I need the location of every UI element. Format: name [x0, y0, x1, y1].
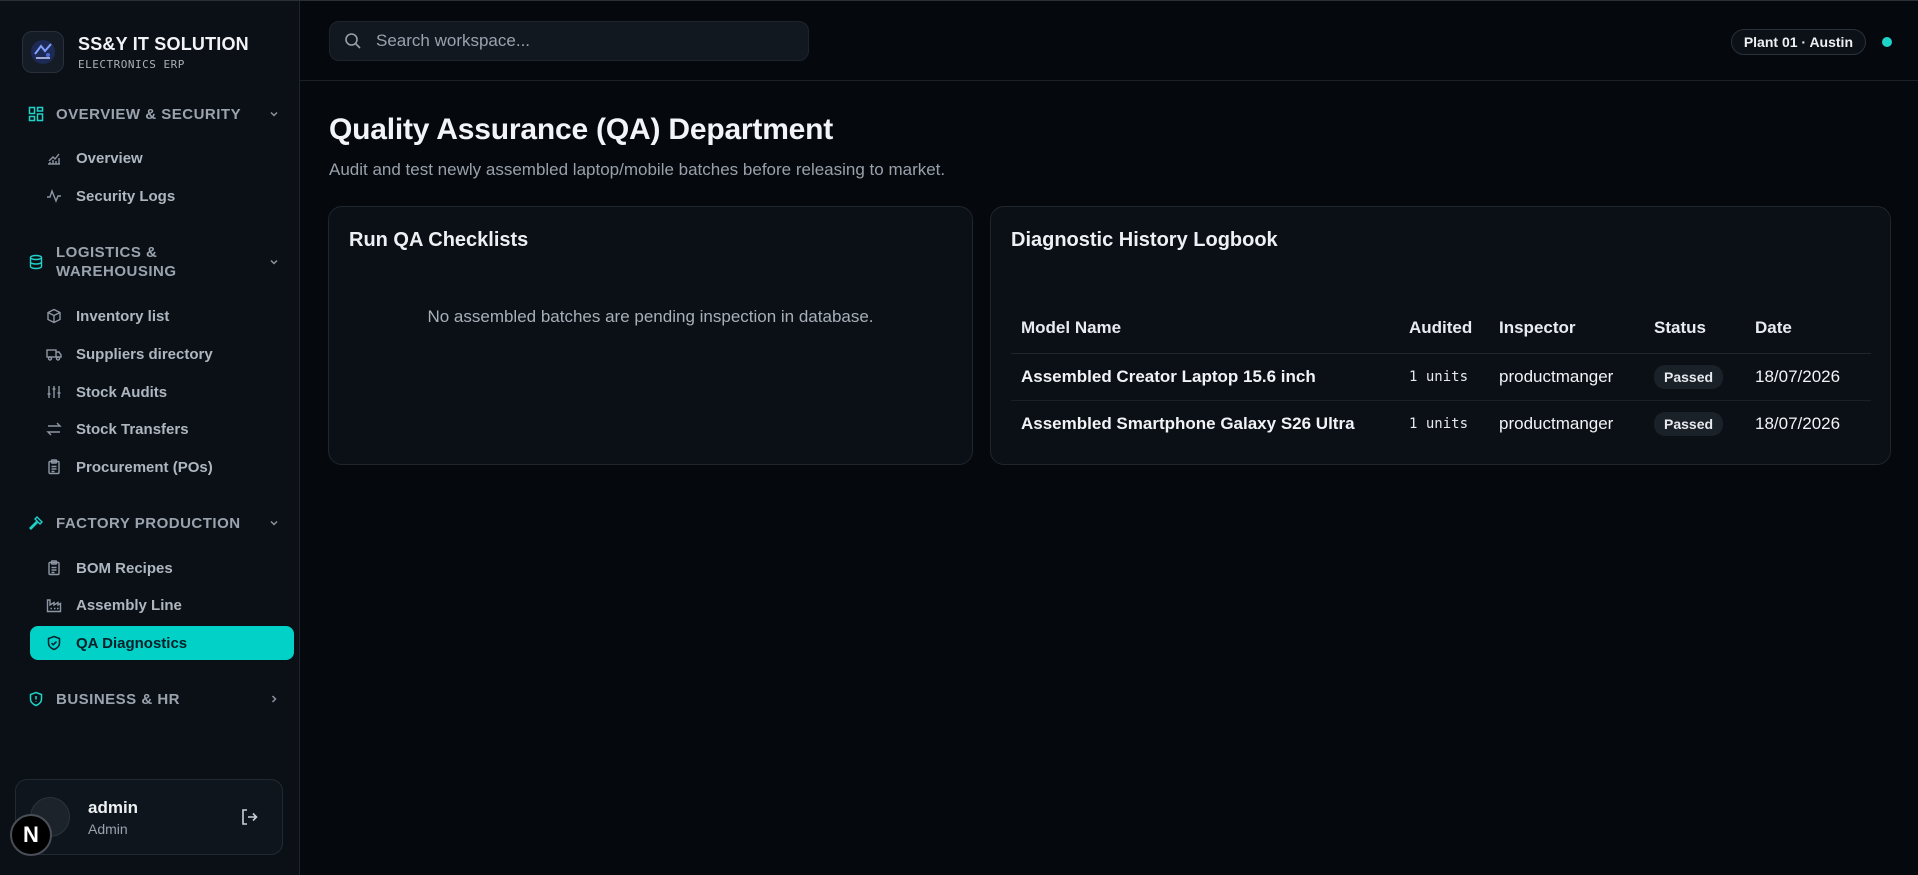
status-indicator [1882, 37, 1892, 47]
search-input[interactable] [376, 31, 776, 51]
activity-icon [46, 188, 62, 204]
sidebar-item-label: Procurement (POs) [76, 458, 213, 476]
truck-icon [46, 346, 62, 362]
cell-model: Assembled Smartphone Galaxy S26 Ultra [1021, 413, 1355, 433]
table-row[interactable]: Assembled Smartphone Galaxy S26 Ultra 1 … [1011, 400, 1871, 447]
chart-icon [46, 150, 62, 166]
brand-subtitle: ELECTRONICS ERP [78, 57, 185, 71]
cell-date: 18/07/2026 [1745, 353, 1871, 401]
chevron-right-icon [268, 692, 282, 706]
nav-group-label: BUSINESS & HR [56, 690, 181, 708]
database-icon [28, 253, 46, 271]
page-title: Quality Assurance (QA) Department [329, 113, 834, 146]
factory-icon [46, 597, 62, 613]
nav-group-header-business-hr[interactable]: BUSINESS & HR [0, 685, 300, 713]
table-header-row: Model Name Audited Inspector Status Date [1011, 303, 1871, 354]
cell-date: 18/07/2026 [1755, 413, 1841, 433]
sidebar-item-label: Stock Audits [76, 383, 168, 401]
sidebar-item-security-logs[interactable]: Security Logs [30, 179, 294, 213]
column-header: Date [1745, 303, 1871, 354]
user-card: admin Admin [15, 779, 283, 855]
sidebar-item-label: Assembly Line [76, 596, 182, 614]
shield-icon [28, 690, 46, 708]
nav-group-logistics-warehousing: LOGISTICS & WAREHOUSING [0, 240, 300, 284]
hammer-icon [28, 514, 46, 532]
nav-group-business-hr: BUSINESS & HR [0, 685, 300, 713]
search-icon [344, 31, 364, 51]
empty-state-message: No assembled batches are pending inspect… [427, 307, 874, 326]
brand-title: SS&Y IT SOLUTION [78, 33, 249, 54]
package-icon [46, 308, 62, 324]
main-content: Plant 01 · Austin Quality Assurance (QA)… [300, 1, 1918, 875]
sidebar-item-assembly-line[interactable]: Assembly Line [30, 588, 294, 622]
sidebar-item-bom-recipes[interactable]: BOM Recipes [30, 551, 294, 585]
column-header: Audited [1399, 303, 1489, 354]
sidebar-item-label: BOM Recipes [76, 559, 173, 577]
nav-group-factory-production: FACTORY PRODUCTION [0, 509, 300, 537]
sidebar-item-procurement[interactable]: Procurement (POs) [30, 450, 294, 484]
clipboard-icon [46, 560, 62, 576]
status-badge: Passed [1654, 364, 1724, 389]
brand[interactable]: SS&Y IT SOLUTION ELECTRONICS ERP [0, 1, 299, 77]
nav-group-header-factory-production[interactable]: FACTORY PRODUCTION [0, 509, 300, 537]
logout-icon[interactable] [238, 806, 260, 828]
diagnostic-logbook-card: Diagnostic History Logbook Model Name Au… [990, 206, 1891, 465]
column-header: Status [1644, 303, 1745, 354]
topbar: Plant 01 · Austin [300, 1, 1918, 81]
sidebar-item-label: Suppliers directory [76, 345, 213, 363]
nav-group-overview-security: OVERVIEW & SECURITY [0, 100, 300, 128]
sidebar-item-label: Security Logs [76, 187, 176, 205]
chevron-down-icon [268, 107, 282, 121]
shield-check-icon [46, 635, 62, 651]
user-role: Admin [88, 820, 128, 837]
card-title: Run QA Checklists [349, 229, 529, 251]
nav-group-label: FACTORY PRODUCTION [56, 514, 241, 532]
sidebar-item-label: QA Diagnostics [76, 634, 188, 652]
clipboard-icon [46, 459, 62, 475]
nav-group-label: LOGISTICS & WAREHOUSING [56, 244, 177, 280]
transfer-icon [46, 421, 62, 437]
cell-audited: 1 units [1409, 415, 1469, 432]
sidebar-item-stock-transfers[interactable]: Stock Transfers [30, 412, 294, 446]
column-header: Inspector [1489, 303, 1644, 354]
sidebar-item-qa-diagnostics[interactable]: QA Diagnostics [30, 626, 294, 660]
sidebar-item-inventory-list[interactable]: Inventory list [30, 299, 294, 333]
cell-status: Passed [1644, 400, 1745, 447]
dashboard-grid-icon [28, 105, 46, 123]
cell-status: Passed [1644, 353, 1745, 401]
card-title: Diagnostic History Logbook [1011, 229, 1278, 251]
user-name: admin [88, 797, 139, 817]
chevron-down-icon [268, 516, 282, 530]
sidebar-item-label: Stock Transfers [76, 420, 189, 438]
cell-inspector: productmanger [1489, 353, 1644, 401]
column-header: Model Name [1011, 303, 1399, 354]
sliders-icon [46, 384, 62, 400]
cell-inspector: productmanger [1499, 413, 1614, 433]
app-window: SS&Y IT SOLUTION ELECTRONICS ERP OVERVIE… [0, 0, 1918, 875]
status-badge: Passed [1654, 411, 1724, 436]
nav-group-header-logistics-warehousing[interactable]: LOGISTICS & WAREHOUSING [0, 240, 300, 284]
sidebar-item-label: Overview [76, 149, 143, 167]
logbook-table: Model Name Audited Inspector Status Date… [1011, 303, 1871, 447]
cell-audited: 1 units [1399, 353, 1489, 401]
nav-group-header-overview-security[interactable]: OVERVIEW & SECURITY [0, 100, 300, 128]
sidebar-item-suppliers-directory[interactable]: Suppliers directory [30, 337, 294, 371]
sidebar-item-stock-audits[interactable]: Stock Audits [30, 375, 294, 409]
nav-group-label: OVERVIEW & SECURITY [56, 105, 242, 123]
chevron-down-icon [268, 255, 282, 269]
brand-logo-icon [22, 31, 64, 73]
sidebar-item-label: Inventory list [76, 307, 170, 325]
plant-badge[interactable]: Plant 01 · Austin [1730, 29, 1866, 55]
dev-badge-avatar[interactable]: N [10, 814, 52, 856]
cell-model: Assembled Creator Laptop 15.6 inch [1011, 353, 1399, 401]
table-row[interactable]: Assembled Creator Laptop 15.6 inch 1 uni… [1011, 353, 1871, 401]
sidebar: SS&Y IT SOLUTION ELECTRONICS ERP OVERVIE… [0, 1, 300, 875]
search-box[interactable] [329, 21, 809, 61]
sidebar-item-overview[interactable]: Overview [30, 141, 294, 175]
page-subtitle: Audit and test newly assembled laptop/mo… [329, 160, 946, 179]
qa-checklists-card: Run QA Checklists No assembled batches a… [328, 206, 973, 465]
